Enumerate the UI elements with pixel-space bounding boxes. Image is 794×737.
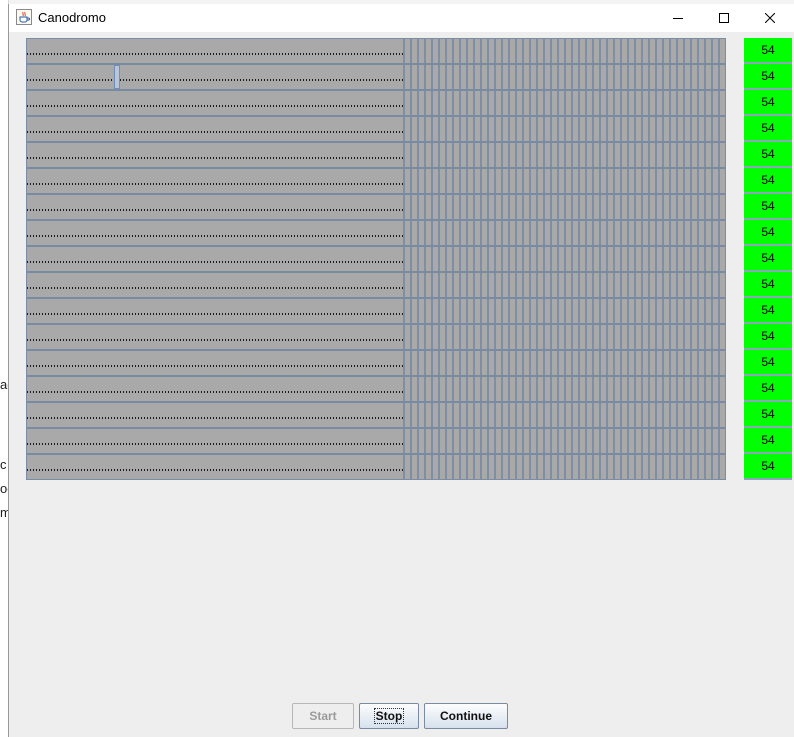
background-text: c [0, 457, 7, 472]
title-bar[interactable]: Canodromo [9, 4, 794, 32]
race-lane [27, 221, 725, 247]
race-lane [27, 455, 725, 479]
window-title: Canodromo [38, 10, 106, 25]
lane-run-area [27, 195, 403, 219]
lane-run-area [27, 169, 403, 193]
race-lane [27, 351, 725, 377]
lane-dotted-line [27, 339, 403, 341]
lane-dotted-line [27, 79, 403, 81]
continue-button[interactable]: Continue [424, 703, 508, 729]
lane-run-area [27, 117, 403, 141]
lane-result: 54 [744, 90, 792, 116]
close-button[interactable] [747, 4, 793, 32]
lane-run-area [27, 351, 403, 375]
race-track [26, 38, 726, 480]
lane-run-area [27, 455, 403, 479]
lane-result: 54 [744, 38, 792, 64]
lane-run-area [27, 299, 403, 323]
lane-run-area [27, 377, 403, 401]
lane-run-area [27, 273, 403, 297]
stop-button-label: Stop [373, 708, 405, 724]
lane-result: 54 [744, 246, 792, 272]
lane-run-area [27, 91, 403, 115]
lane-dotted-line [27, 417, 403, 419]
lane-result: 54 [744, 376, 792, 402]
race-lane [27, 299, 725, 325]
lane-result: 54 [744, 298, 792, 324]
maximize-button[interactable] [701, 4, 747, 32]
lane-run-area [27, 65, 403, 89]
start-button[interactable]: Start [292, 703, 354, 729]
lane-run-area [27, 39, 403, 63]
lane-dotted-line [27, 469, 403, 471]
lane-dotted-line [27, 131, 403, 133]
canodromo-window: Canodromo 54 54 54 54 54 54 54 54 54 54 54 54 54 54 54… [8, 4, 794, 737]
lane-result: 54 [744, 194, 792, 220]
lane-result: 54 [744, 324, 792, 350]
maximize-icon [719, 13, 729, 23]
race-lane [27, 403, 725, 429]
lane-dotted-line [27, 105, 403, 107]
lane-result: 54 [744, 272, 792, 298]
minimize-button[interactable] [655, 4, 701, 32]
race-lane [27, 39, 725, 65]
lane-result: 54 [744, 64, 792, 90]
race-lane [27, 429, 725, 455]
race-lane [27, 117, 725, 143]
lane-dotted-line [27, 183, 403, 185]
lane-result: 54 [744, 116, 792, 142]
race-lane [27, 247, 725, 273]
race-lane [27, 65, 725, 91]
minimize-icon [673, 18, 683, 19]
lane-run-area [27, 143, 403, 167]
lane-run-area [27, 325, 403, 349]
lane-run-area [27, 429, 403, 453]
lane-dotted-line [27, 287, 403, 289]
lane-result: 54 [744, 428, 792, 454]
lane-result: 54 [744, 402, 792, 428]
lane-dotted-line [27, 391, 403, 393]
race-lane [27, 377, 725, 403]
close-icon [765, 13, 775, 23]
greyhound-marker [114, 65, 120, 89]
lane-dotted-line [27, 209, 403, 211]
lane-dotted-line [27, 235, 403, 237]
lane-result: 54 [744, 220, 792, 246]
race-lane [27, 273, 725, 299]
lane-dotted-line [27, 313, 403, 315]
race-lane [27, 169, 725, 195]
lane-run-area [27, 403, 403, 427]
lane-dotted-line [27, 443, 403, 445]
race-lane [27, 91, 725, 117]
lane-result: 54 [744, 454, 792, 480]
race-lane [27, 143, 725, 169]
lane-result: 54 [744, 168, 792, 194]
lane-result: 54 [744, 142, 792, 168]
lane-run-area [27, 221, 403, 245]
race-lane [27, 325, 725, 351]
lane-dotted-line [27, 157, 403, 159]
lane-result: 54 [744, 350, 792, 376]
race-lane [27, 195, 725, 221]
lane-dotted-line [27, 365, 403, 367]
lane-dotted-line [27, 53, 403, 55]
java-cup-icon [16, 9, 32, 25]
lane-dotted-line [27, 261, 403, 263]
stop-button[interactable]: Stop [359, 703, 419, 729]
lane-run-area [27, 247, 403, 271]
results-column: 54 54 54 54 54 54 54 54 54 54 54 54 54 54 54 54 54 [744, 38, 792, 480]
